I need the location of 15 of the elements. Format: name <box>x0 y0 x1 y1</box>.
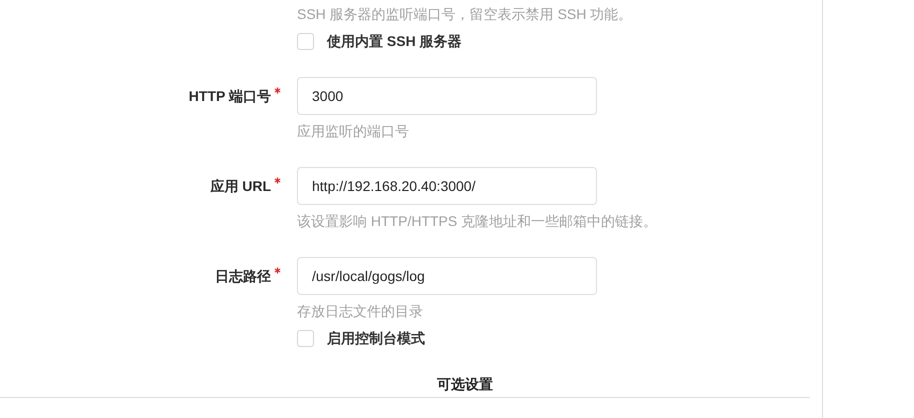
checkbox[interactable] <box>297 32 314 50</box>
field-label: 应用 URL <box>210 176 271 196</box>
checkbox-label[interactable]: 启用控制台模式 <box>327 328 425 348</box>
input-field[interactable]: /usr/local/gogs/log <box>297 257 597 295</box>
section-heading: 可选设置 <box>436 375 493 394</box>
checkbox-label[interactable]: 使用内置 SSH 服务器 <box>327 31 462 51</box>
field-label: 日志路径 <box>215 266 271 286</box>
field-label: HTTP 端口号 <box>188 86 271 106</box>
checkbox[interactable] <box>297 330 314 346</box>
input-field[interactable]: 3000 <box>297 77 597 115</box>
help-text: 应用监听的端口号 <box>297 122 409 141</box>
help-text: 存放日志文件的目录 <box>297 302 423 321</box>
help-text: SSH 服务器的监听端口号，留空表示禁用 SSH 功能。 <box>297 5 632 24</box>
input-field[interactable]: http://192.168.20.40:3000/ <box>297 167 597 205</box>
help-text: 该设置影响 HTTP/HTTPS 克隆地址和一些邮箱中的链接。 <box>297 212 658 231</box>
